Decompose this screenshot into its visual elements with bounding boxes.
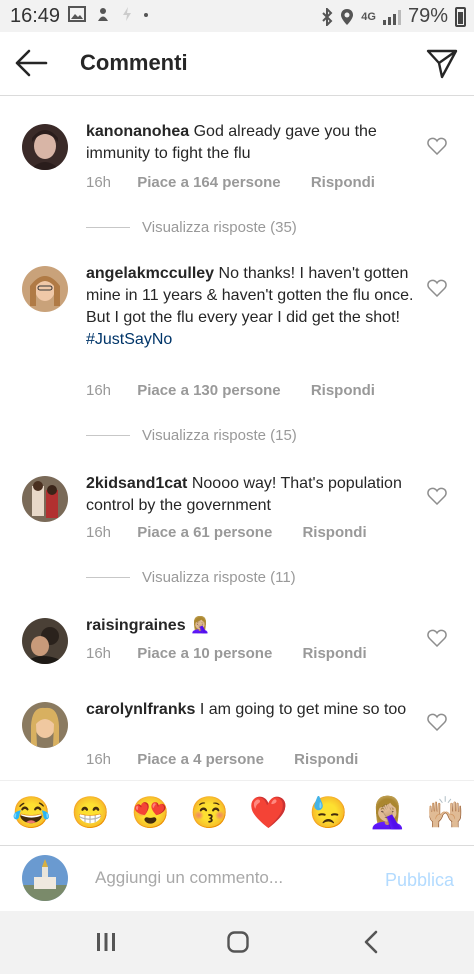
status-bar: 16:49 4G 79% [0, 0, 474, 32]
comment-meta: 16h Piace a 164 persone Rispondi [86, 174, 375, 191]
comment-text: carolynlfranks I am going to get mine so… [86, 699, 416, 721]
comment-time: 16h [86, 382, 112, 399]
status-right-icons: 4G 79% [321, 5, 466, 28]
location-icon [341, 8, 354, 25]
current-user-avatar [22, 855, 68, 901]
reply-button[interactable]: Rispondi [311, 174, 375, 191]
avatar[interactable] [22, 266, 68, 312]
avatar[interactable] [22, 618, 68, 664]
app-header: Commenti [0, 32, 474, 96]
comment-likes[interactable]: Piace a 130 persone [137, 382, 280, 399]
avatar[interactable] [22, 476, 68, 522]
divider [86, 227, 130, 228]
battery-icon [455, 6, 466, 27]
comment-text: 2kidsand1cat Noooo way! That's populatio… [86, 473, 416, 517]
comment-likes[interactable]: Piace a 10 persone [137, 645, 272, 662]
comment-username[interactable]: carolynlfranks [86, 701, 195, 718]
emoji-grin[interactable]: 😁 [71, 795, 110, 831]
page-title: Commenti [80, 50, 188, 75]
emoji-heart-eyes[interactable]: 😍 [131, 795, 170, 831]
comment-time: 16h [86, 174, 112, 191]
comment-hashtag[interactable]: #JustSayNo [86, 331, 172, 348]
emoji-tears-of-joy[interactable]: 😂 [12, 795, 51, 831]
comment-body: 🤦🏼‍♀️ [190, 617, 210, 634]
view-replies[interactable]: Visualizza risposte (35) [86, 219, 297, 236]
recent-apps-icon[interactable] [86, 927, 126, 957]
like-heart-icon[interactable] [427, 487, 447, 505]
emoji-kiss[interactable]: 😚 [190, 795, 229, 831]
like-heart-icon[interactable] [427, 713, 447, 731]
comment-meta: 16h Piace a 130 persone Rispondi [86, 382, 375, 399]
app-notification-icon [98, 8, 108, 21]
reply-button[interactable]: Rispondi [294, 751, 358, 768]
like-heart-icon[interactable] [427, 279, 447, 297]
divider [86, 435, 130, 436]
comment-meta: 16h Piace a 61 persone Rispondi [86, 524, 367, 541]
home-icon[interactable] [218, 927, 258, 957]
like-heart-icon[interactable] [427, 629, 447, 647]
emoji-facepalm[interactable]: 🤦🏼‍♀️ [368, 795, 407, 831]
comment-text: kanonanohea God already gave you the imm… [86, 121, 416, 165]
emoji-sweat[interactable]: 😓 [309, 795, 348, 831]
emoji-quick-bar: 😂 😁 😍 😚 ❤️ 😓 🤦🏼‍♀️ 🙌🏼 [0, 780, 474, 845]
emoji-raised-hands[interactable]: 🙌🏼 [426, 795, 465, 831]
view-replies-label[interactable]: Visualizza risposte (15) [142, 427, 297, 444]
direct-send-icon[interactable] [426, 47, 458, 79]
battery-percent: 79% [407, 5, 448, 27]
back-arrow-icon[interactable] [14, 48, 48, 78]
comment-body: I am going to get mine so too [199, 701, 407, 718]
comment-username[interactable]: kanonanohea [86, 123, 189, 140]
view-replies[interactable]: Visualizza risposte (15) [86, 427, 297, 444]
comment-likes[interactable]: Piace a 61 persone [137, 524, 272, 541]
divider [86, 577, 130, 578]
notification-icons [68, 6, 149, 22]
emoji-red-heart[interactable]: ❤️ [249, 795, 288, 831]
comment-likes[interactable]: Piace a 4 persone [137, 751, 264, 768]
gallery-icon [68, 6, 86, 22]
view-replies-label[interactable]: Visualizza risposte (35) [142, 219, 297, 236]
comment-username[interactable]: 2kidsand1cat [86, 475, 187, 492]
view-replies-label[interactable]: Visualizza risposte (11) [142, 569, 296, 586]
dot-icon [144, 13, 148, 17]
comment-username[interactable]: raisingraines [86, 617, 186, 634]
like-heart-icon[interactable] [427, 137, 447, 155]
comment-input-bar: Pubblica [0, 845, 474, 912]
publish-button[interactable]: Pubblica [385, 870, 454, 891]
comment-time: 16h [86, 524, 112, 541]
comment-likes[interactable]: Piace a 164 persone [137, 174, 280, 191]
network-type: 4G [361, 10, 376, 23]
bolt-icon [123, 7, 131, 21]
back-nav-icon[interactable] [352, 927, 392, 957]
reply-button[interactable]: Rispondi [302, 524, 366, 541]
bluetooth-icon [322, 7, 333, 26]
comment-input[interactable] [95, 868, 365, 888]
comment-time: 16h [86, 751, 112, 768]
signal-icon [382, 9, 401, 25]
reply-button[interactable]: Rispondi [311, 382, 375, 399]
view-replies[interactable]: Visualizza risposte (11) [86, 569, 296, 586]
comment-username[interactable]: angelakmcculley [86, 265, 214, 282]
avatar[interactable] [22, 124, 68, 170]
status-time: 16:49 [10, 5, 61, 27]
comment-text: raisingraines 🤦🏼‍♀️ [86, 615, 416, 637]
system-nav-bar [0, 911, 474, 974]
reply-button[interactable]: Rispondi [302, 645, 366, 662]
comment-text: angelakmcculley No thanks! I haven't got… [86, 263, 416, 351]
comment-time: 16h [86, 645, 112, 662]
comment-meta: 16h Piace a 4 persone Rispondi [86, 751, 358, 768]
avatar[interactable] [22, 702, 68, 748]
comment-meta: 16h Piace a 10 persone Rispondi [86, 645, 367, 662]
